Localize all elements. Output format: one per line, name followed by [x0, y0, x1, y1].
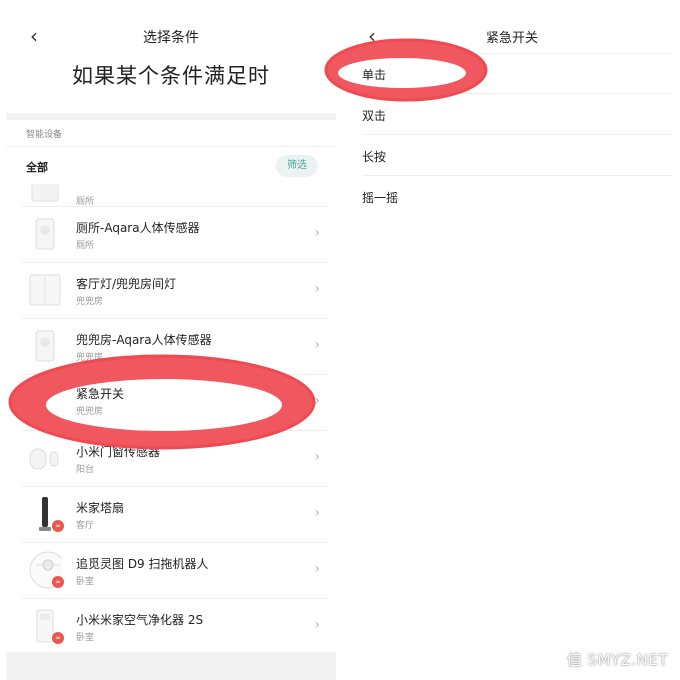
chevron-right-icon: › [314, 505, 320, 521]
device-name: 紧急开关 [76, 389, 125, 403]
device-row[interactable]: 兜兜房-Aqara人体传感器 兜兜房 › [22, 318, 328, 374]
device-name: 小米门窗传感器 [76, 445, 161, 459]
option-double-click[interactable]: 双击 [362, 93, 672, 133]
device-room: 兜兜房 [76, 297, 104, 307]
device-title: 紧急开关 [485, 31, 538, 46]
link-badge-icon: ∞ [52, 632, 64, 644]
device-row[interactable]: 厕所-Aqara人体传感器 厕所 › [22, 206, 328, 262]
chevron-right-icon: › [314, 337, 320, 353]
bottom-band [6, 652, 336, 680]
chevron-right-icon: › [314, 449, 320, 465]
device-room: 阳台 [76, 465, 95, 475]
device-room: 兜兜房 [76, 409, 104, 419]
device-row[interactable]: 紧急开关 兜兜房 › [22, 374, 328, 430]
device-name: 客厅灯/兜兜房间灯 [76, 277, 177, 291]
chevron-right-icon: › [314, 393, 320, 409]
section-divider [6, 113, 336, 120]
device-name: 厕所-Aqara人体传感器 [76, 221, 200, 235]
device-row[interactable]: ∞ 追觅灵图 D9 扫拖机器人 卧室 › [22, 542, 328, 598]
condition-select-panel: ‹ 选择条件 如果某个条件满足时 智能设备 全部 筛选 厕所 厕所-Aqara人… [6, 0, 336, 680]
link-badge-icon: ∞ [52, 576, 64, 588]
chevron-right-icon: › [314, 225, 320, 241]
device-room: 厕所 [76, 241, 95, 251]
device-room: 卧室 [76, 577, 95, 587]
option-label: 摇一摇 [362, 191, 399, 205]
device-room: 客厅 [76, 521, 95, 531]
device-row[interactable]: ∞ 小米米家空气净化器 2S 卧室 › [22, 598, 328, 652]
wall-switch-icon [28, 273, 62, 307]
device-row[interactable]: ∞ 米家塔扇 客厅 › [22, 486, 328, 542]
section-label: 智能设备 [26, 130, 63, 140]
sensor-icon [28, 184, 62, 207]
option-long-press[interactable]: 长按 [362, 134, 672, 174]
option-shake[interactable]: 摇一摇 [362, 175, 672, 215]
device-room: 卧室 [76, 633, 95, 643]
link-badge-icon: ∞ [52, 520, 64, 532]
trigger-select-panel: ‹ 紧急开关 单击 双击 长按 摇一摇 [344, 0, 680, 680]
chevron-right-icon: › [314, 561, 320, 577]
all-devices-row: 全部 筛选 [6, 146, 336, 184]
device-list: 厕所 厕所-Aqara人体传感器 厕所 › 客厅灯/兜兜房间灯 兜兜房 › 兜兜… [6, 184, 336, 652]
filter-button[interactable]: 筛选 [276, 155, 318, 177]
option-single-click[interactable]: 单击 [362, 53, 672, 93]
watermark-logo: 值 SMYZ.NET [566, 651, 668, 669]
option-label: 双击 [362, 109, 387, 123]
condition-heading: 如果某个条件满足时 [72, 64, 270, 88]
tower-fan-icon: ∞ [28, 497, 64, 532]
all-devices-label: 全部 [26, 161, 48, 174]
device-row[interactable]: 小米门窗传感器 阳台 › [22, 430, 328, 486]
motion-sensor-icon [28, 217, 62, 251]
option-label: 单击 [362, 69, 387, 83]
device-name: 米家塔扇 [76, 501, 125, 515]
device-row[interactable]: 客厅灯/兜兜房间灯 兜兜房 › [22, 262, 328, 318]
device-name: 兜兜房-Aqara人体传感器 [76, 333, 212, 347]
chevron-right-icon: › [314, 617, 320, 633]
page-title: 选择条件 [143, 30, 199, 46]
device-name: 小米米家空气净化器 2S [76, 613, 204, 627]
button-icon [28, 385, 62, 419]
chevron-right-icon: › [314, 281, 320, 297]
option-label: 长按 [362, 150, 387, 164]
door-sensor-icon [28, 441, 62, 475]
motion-sensor-icon [28, 329, 62, 363]
device-name: 追觅灵图 D9 扫拖机器人 [76, 557, 209, 571]
device-room: 兜兜房 [76, 353, 104, 363]
robot-vacuum-icon: ∞ [28, 551, 64, 589]
air-purifier-icon: ∞ [28, 609, 64, 644]
